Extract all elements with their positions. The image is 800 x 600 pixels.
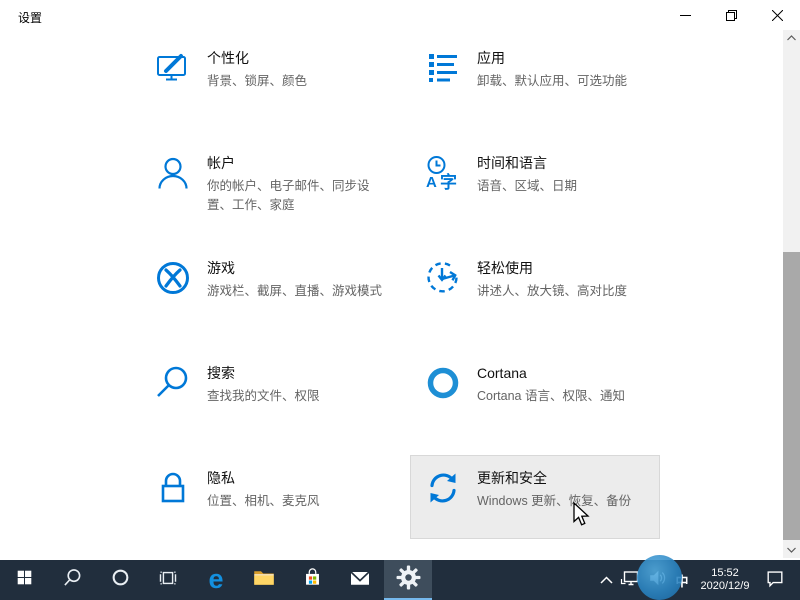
edge-button[interactable]: e — [192, 560, 240, 600]
settings-item-subtitle: Cortana 语言、权限、通知 — [477, 387, 655, 406]
system-tray: 中 15:52 2020/12/9 — [596, 560, 794, 600]
settings-item-personalization[interactable]: 个性化 背景、锁屏、颜色 — [140, 35, 390, 119]
settings-item-subtitle: 背景、锁屏、颜色 — [207, 72, 385, 91]
settings-item-title: 搜索 — [207, 364, 385, 382]
task-view-icon — [158, 568, 178, 593]
settings-taskbar-button[interactable] — [384, 560, 432, 600]
settings-item-title: 帐户 — [207, 154, 385, 172]
action-center-button[interactable] — [756, 560, 794, 600]
action-center-icon — [765, 568, 785, 593]
personalization-icon — [155, 50, 191, 86]
svg-text:A: A — [426, 174, 437, 191]
minimize-icon — [680, 10, 691, 21]
tray-time: 15:52 — [711, 567, 739, 581]
settings-gear-icon — [396, 565, 421, 595]
close-button[interactable] — [754, 0, 800, 30]
cortana-icon — [425, 365, 461, 401]
scrollbar-down-icon[interactable] — [783, 542, 800, 558]
settings-item-subtitle: 讲述人、放大镜、高对比度 — [477, 282, 655, 301]
settings-item-title: Cortana — [477, 364, 655, 382]
settings-item-title: 时间和语言 — [477, 154, 655, 172]
volume-icon — [647, 568, 667, 593]
vertical-scrollbar[interactable] — [783, 30, 800, 558]
restore-icon — [726, 10, 737, 21]
settings-item-ease-of-access[interactable]: 轻松使用 讲述人、放大镜、高对比度 — [410, 245, 660, 329]
search-icon — [155, 365, 191, 401]
settings-item-time-language[interactable]: A 字 时间和语言 语音、区域、日期 — [410, 140, 660, 224]
mail-button[interactable] — [336, 560, 384, 600]
restore-button[interactable] — [708, 0, 754, 30]
taskbar: e — [0, 560, 800, 600]
close-icon — [772, 10, 783, 21]
settings-item-subtitle: 查找我的文件、权限 — [207, 387, 385, 406]
settings-item-subtitle: 游戏栏、截屏、直播、游戏模式 — [207, 282, 385, 301]
minimize-button[interactable] — [662, 0, 708, 30]
settings-item-search[interactable]: 搜索 查找我的文件、权限 — [140, 350, 390, 434]
settings-item-apps[interactable]: 应用 卸载、默认应用、可选功能 — [410, 35, 660, 119]
settings-item-title: 隐私 — [207, 469, 385, 487]
cortana-button[interactable] — [96, 560, 144, 600]
network-icon — [620, 568, 640, 593]
microsoft-store-icon — [301, 566, 324, 594]
settings-item-subtitle: Windows 更新、恢复、备份 — [477, 492, 655, 511]
task-view-button[interactable] — [144, 560, 192, 600]
settings-item-subtitle: 位置、相机、麦克风 — [207, 492, 385, 511]
settings-item-subtitle: 语音、区域、日期 — [477, 177, 655, 196]
settings-item-title: 游戏 — [207, 259, 385, 277]
edge-icon: e — [208, 566, 223, 593]
settings-window: 设置 — [0, 0, 800, 560]
settings-item-subtitle: 你的帐户、电子邮件、同步设置、工作、家庭 — [207, 177, 385, 215]
privacy-icon — [155, 470, 191, 506]
settings-item-cortana[interactable]: Cortana Cortana 语言、权限、通知 — [410, 350, 660, 434]
microsoft-store-button[interactable] — [288, 560, 336, 600]
settings-item-gaming[interactable]: 游戏 游戏栏、截屏、直播、游戏模式 — [140, 245, 390, 329]
file-explorer-icon — [252, 566, 276, 595]
settings-item-subtitle: 卸载、默认应用、可选功能 — [477, 72, 655, 91]
time-language-icon: A 字 — [425, 155, 461, 191]
volume-tray-button[interactable] — [643, 560, 670, 600]
titlebar: 设置 — [0, 0, 800, 32]
scrollbar-up-icon[interactable] — [783, 30, 800, 46]
file-explorer-button[interactable] — [240, 560, 288, 600]
start-button[interactable] — [0, 560, 48, 600]
chevron-up-icon — [600, 571, 613, 589]
ime-indicator[interactable]: 中 — [670, 560, 694, 600]
accounts-icon — [155, 155, 191, 191]
svg-text:字: 字 — [440, 172, 457, 191]
update-security-icon — [425, 470, 461, 506]
window-controls — [662, 0, 800, 30]
windows-start-icon — [16, 569, 33, 591]
gaming-icon — [155, 260, 191, 296]
tray-expand-button[interactable] — [596, 560, 616, 600]
settings-item-update-security[interactable]: 更新和安全 Windows 更新、恢复、备份 — [410, 455, 660, 539]
settings-item-privacy[interactable]: 隐私 位置、相机、麦克风 — [140, 455, 390, 539]
ease-of-access-icon — [425, 260, 461, 296]
settings-item-accounts[interactable]: 帐户 你的帐户、电子邮件、同步设置、工作、家庭 — [140, 140, 390, 224]
tray-date: 2020/12/9 — [701, 580, 750, 594]
settings-item-title: 应用 — [477, 49, 655, 67]
cortana-ring-icon — [111, 568, 130, 592]
settings-item-title: 更新和安全 — [477, 469, 655, 487]
tray-clock[interactable]: 15:52 2020/12/9 — [694, 560, 756, 600]
settings-item-title: 轻松使用 — [477, 259, 655, 277]
settings-item-title: 个性化 — [207, 49, 385, 67]
taskbar-search-icon — [63, 568, 82, 592]
window-title: 设置 — [18, 9, 42, 26]
scrollbar-thumb[interactable] — [783, 252, 800, 540]
apps-icon — [425, 50, 461, 86]
mail-icon — [348, 566, 372, 595]
taskbar-search-button[interactable] — [48, 560, 96, 600]
network-tray-button[interactable] — [616, 560, 643, 600]
